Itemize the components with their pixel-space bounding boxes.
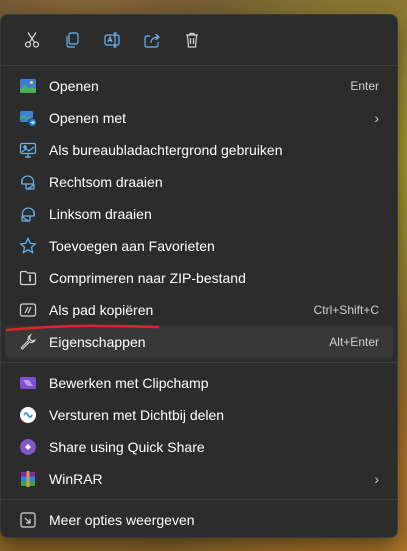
menu-item-label: Comprimeren naar ZIP-bestand bbox=[49, 270, 246, 286]
nearby-share-icon bbox=[19, 406, 37, 424]
delete-icon bbox=[186, 32, 198, 48]
rename-button[interactable] bbox=[93, 23, 131, 57]
share-button[interactable] bbox=[133, 23, 171, 57]
delete-button[interactable] bbox=[173, 23, 211, 57]
menu-item-label: Rechtsom draaien bbox=[49, 174, 163, 190]
cut-button[interactable] bbox=[13, 23, 51, 57]
menu-item-winrar[interactable]: WinRAR › bbox=[5, 463, 393, 495]
clipchamp-icon bbox=[19, 374, 37, 392]
star-icon bbox=[19, 237, 37, 255]
menu-item-label: Als bureaubladachtergrond gebruiken bbox=[49, 142, 283, 158]
winrar-icon bbox=[19, 470, 37, 488]
menu-item-linksom-draaien[interactable]: Linksom draaien bbox=[5, 198, 393, 230]
menu-item-label: Bewerken met Clipchamp bbox=[49, 375, 209, 391]
menu-item-openen-met[interactable]: Openen met › bbox=[5, 102, 393, 134]
menu-item-label: Eigenschappen bbox=[49, 334, 146, 350]
wrench-icon bbox=[19, 333, 37, 351]
menu-item-label: Openen met bbox=[49, 110, 127, 126]
rename-icon bbox=[104, 32, 120, 48]
share-icon bbox=[144, 33, 160, 48]
menu-item-meer-opties[interactable]: Meer opties weergeven bbox=[5, 504, 393, 536]
menu-item-label: Als pad kopiëren bbox=[49, 302, 154, 318]
context-menu: Openen Enter Openen met › Als bureaublad… bbox=[0, 14, 398, 538]
copy-icon bbox=[66, 32, 79, 48]
menu-item-label: Meer opties weergeven bbox=[49, 512, 195, 528]
shortcut-label: Alt+Enter bbox=[329, 335, 379, 349]
menu-item-rechtsom-draaien[interactable]: Rechtsom draaien bbox=[5, 166, 393, 198]
quick-actions-toolbar bbox=[1, 15, 397, 65]
image-icon bbox=[19, 77, 37, 95]
cut-icon bbox=[24, 32, 40, 48]
chevron-right-icon: › bbox=[374, 110, 379, 126]
menu-group-apps: Bewerken met Clipchamp Versturen met Dic… bbox=[1, 363, 397, 499]
menu-item-dichtbij-delen[interactable]: Versturen met Dichtbij delen bbox=[5, 399, 393, 431]
menu-item-favorieten[interactable]: Toevoegen aan Favorieten bbox=[5, 230, 393, 262]
quick-share-icon bbox=[19, 438, 37, 456]
more-options-icon bbox=[19, 511, 37, 529]
menu-item-label: Openen bbox=[49, 78, 99, 94]
wallpaper-icon bbox=[19, 141, 37, 159]
menu-item-openen[interactable]: Openen Enter bbox=[5, 70, 393, 102]
menu-item-quick-share[interactable]: Share using Quick Share bbox=[5, 431, 393, 463]
shortcut-label: Enter bbox=[350, 79, 379, 93]
menu-item-label: Toevoegen aan Favorieten bbox=[49, 238, 215, 254]
menu-item-clipchamp[interactable]: Bewerken met Clipchamp bbox=[5, 367, 393, 399]
copy-button[interactable] bbox=[53, 23, 91, 57]
menu-item-label: Versturen met Dichtbij delen bbox=[49, 407, 225, 423]
menu-item-label: Linksom draaien bbox=[49, 206, 152, 222]
red-underline-annotation bbox=[5, 324, 160, 332]
open-with-icon bbox=[19, 109, 37, 127]
chevron-right-icon: › bbox=[374, 471, 379, 487]
menu-item-label: Share using Quick Share bbox=[49, 439, 205, 455]
menu-group-main: Openen Enter Openen met › Als bureaublad… bbox=[1, 66, 397, 362]
menu-item-comprimeren-zip[interactable]: Comprimeren naar ZIP-bestand bbox=[5, 262, 393, 294]
menu-item-label: WinRAR bbox=[49, 471, 103, 487]
menu-group-more: Meer opties weergeven bbox=[1, 500, 397, 540]
shortcut-label: Ctrl+Shift+C bbox=[313, 303, 379, 317]
zip-folder-icon bbox=[19, 269, 37, 287]
rotate-right-icon bbox=[19, 173, 37, 191]
rotate-left-icon bbox=[19, 205, 37, 223]
menu-item-bureaubladachtergrond[interactable]: Als bureaubladachtergrond gebruiken bbox=[5, 134, 393, 166]
copy-path-icon bbox=[19, 301, 37, 319]
